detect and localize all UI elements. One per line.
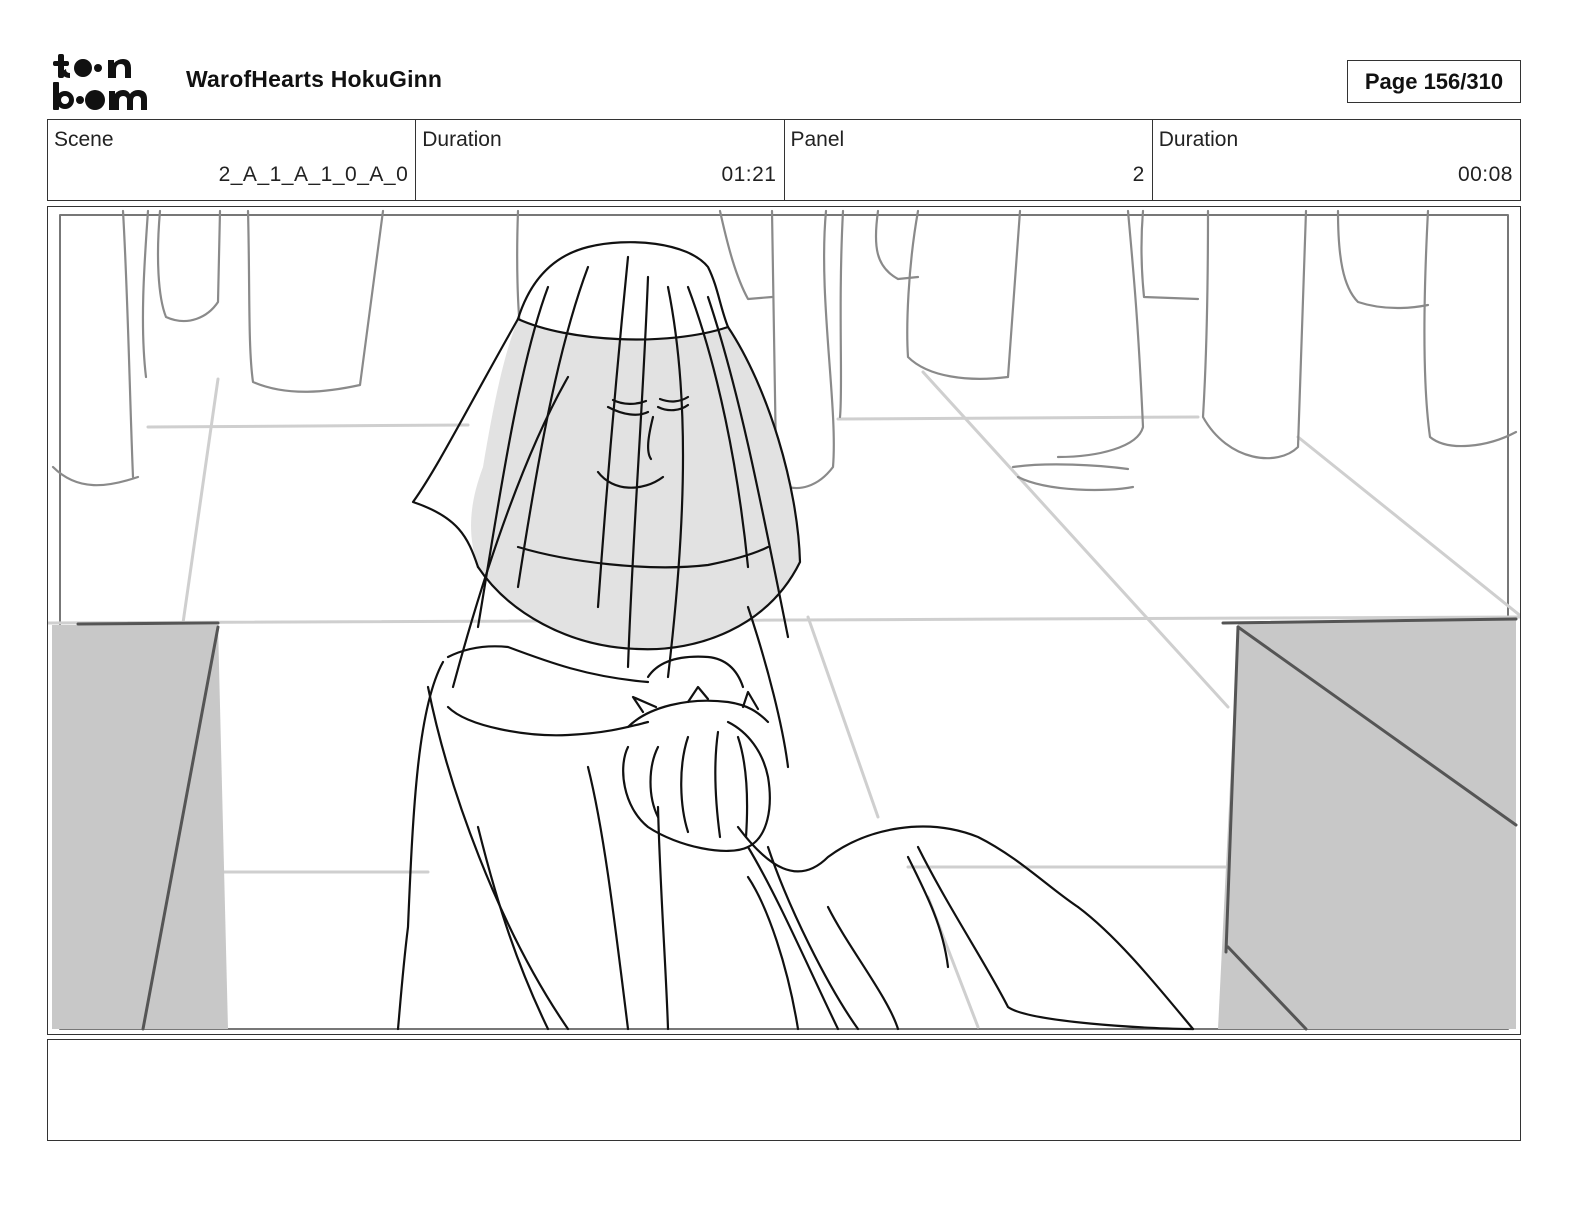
project-title: WarofHearts HokuGinn — [186, 66, 443, 92]
panel-value: 2 — [1132, 163, 1145, 186]
scene-duration-label: Duration — [422, 128, 502, 151]
scene-duration-cell: Duration 01:21 — [416, 120, 785, 200]
page-indicator: Page 156/310 — [1347, 60, 1521, 103]
panel-duration-cell: Duration 00:08 — [1153, 120, 1520, 200]
scene-cell: Scene 2_A_1_A_1_0_A_0 — [48, 120, 417, 200]
panel-duration-label: Duration — [1158, 128, 1239, 151]
panel-notes-box — [47, 1039, 1521, 1141]
panel-info-table: Scene 2_A_1_A_1_0_A_0 Duration 01:21 Pan… — [47, 119, 1521, 201]
scene-label: Scene — [54, 128, 114, 151]
panel-duration-value: 00:08 — [1457, 163, 1513, 186]
scene-value: 2_A_1_A_1_0_A_0 — [218, 163, 409, 186]
toonboom-logo — [53, 54, 147, 110]
storyboard-panel — [47, 206, 1521, 1035]
panel-sketch — [48, 209, 1520, 1031]
panel-cell: Panel 2 — [785, 120, 1153, 200]
panel-label: Panel — [790, 128, 845, 151]
scene-duration-value: 01:21 — [721, 163, 777, 186]
